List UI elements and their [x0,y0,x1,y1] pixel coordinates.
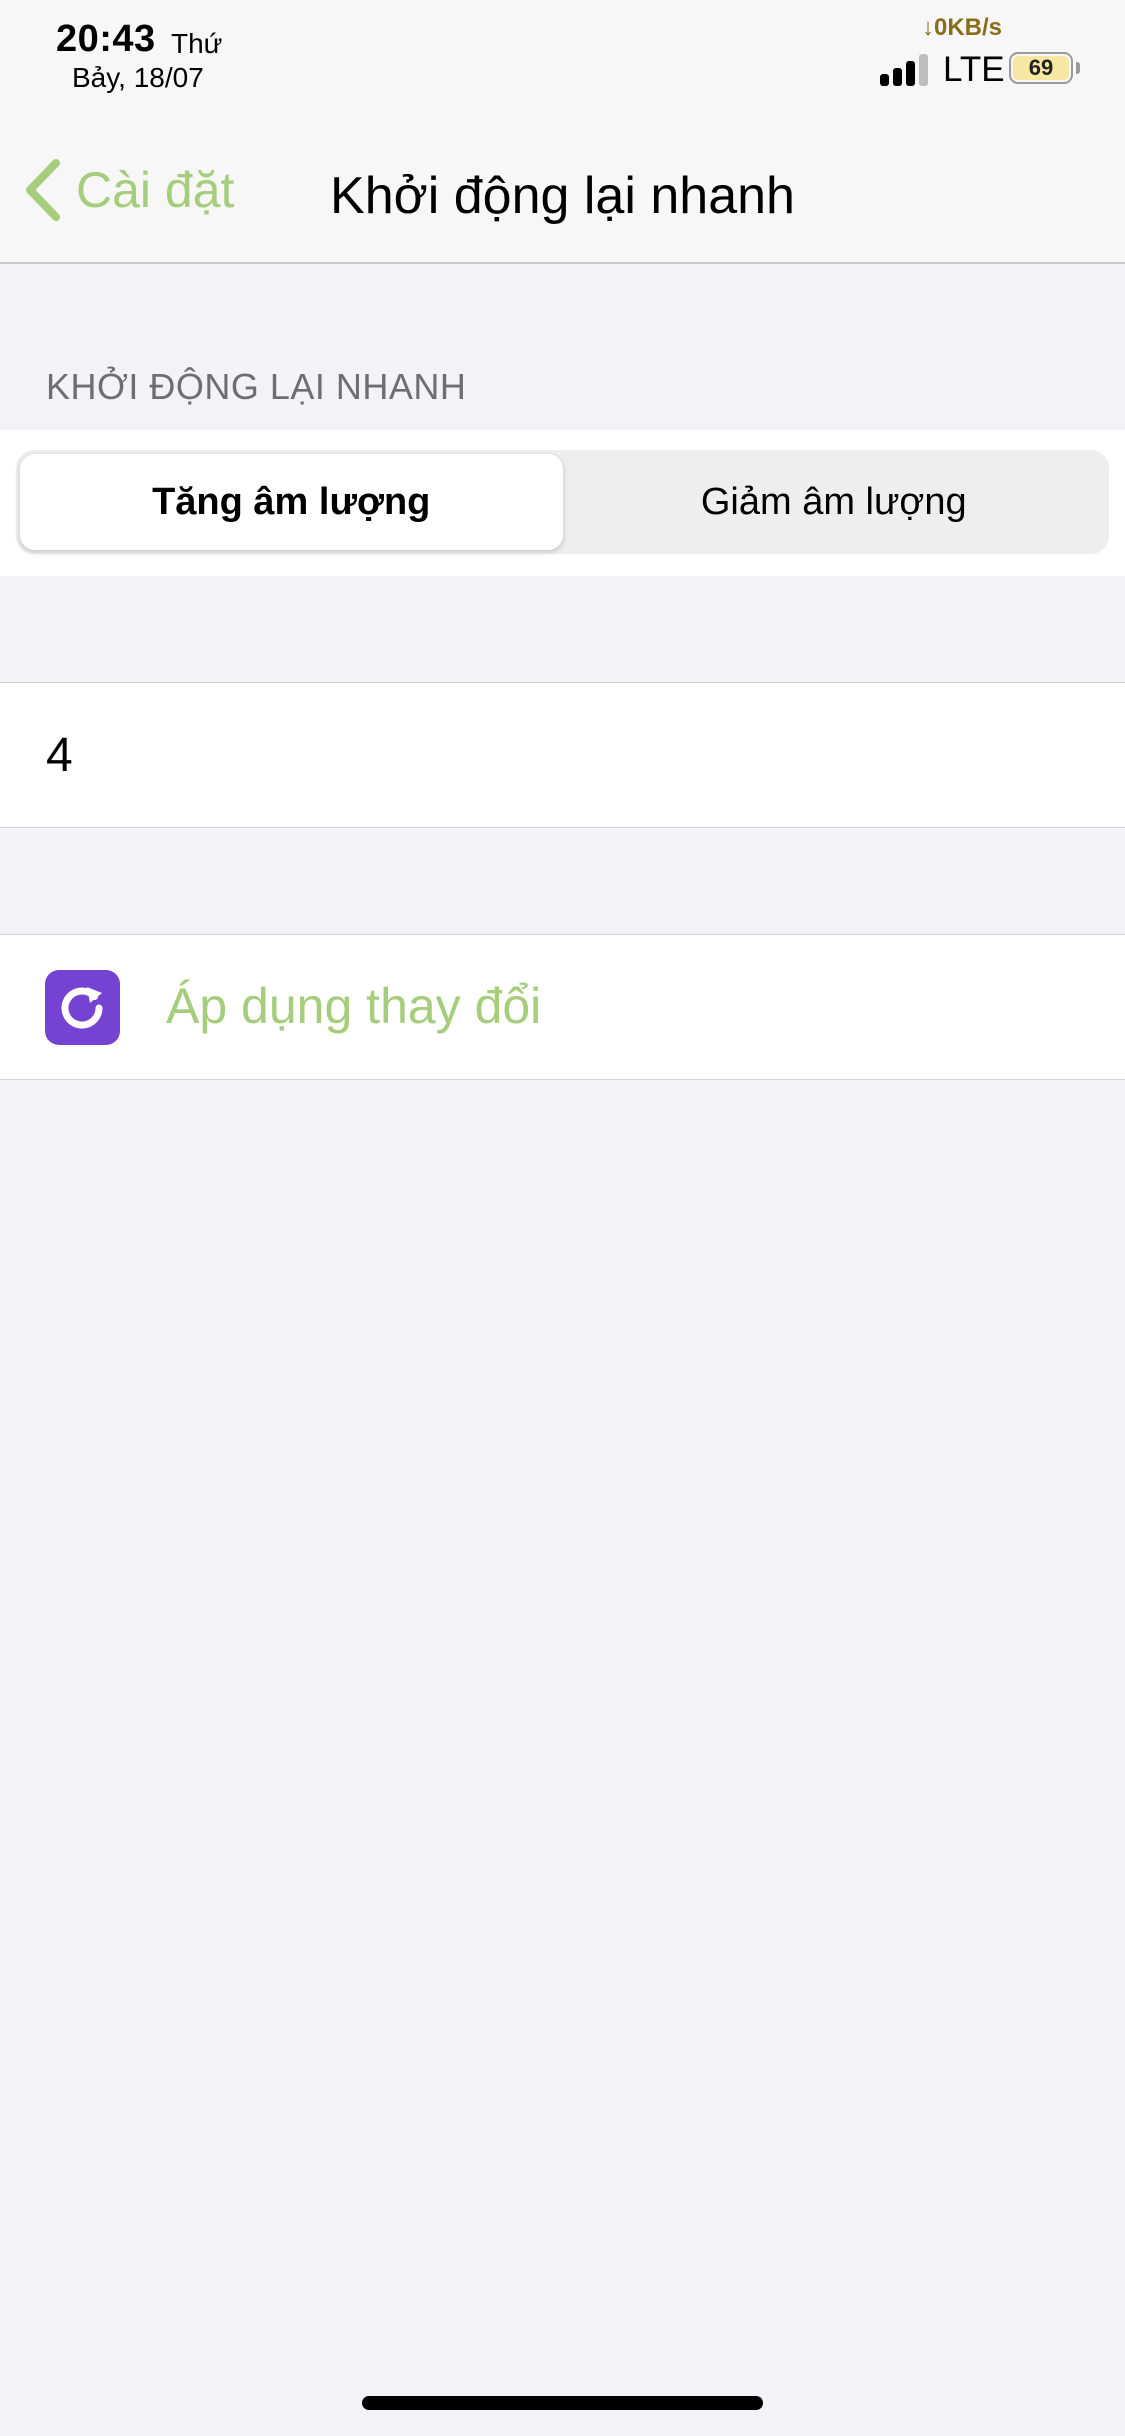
network-type: LTE [943,50,1005,89]
page-title: Khởi động lại nhanh [330,167,795,225]
network-speed: ↓0KB/s [922,14,1003,41]
signal-bar [880,74,889,86]
home-indicator[interactable] [362,2396,763,2410]
apply-changes-label: Áp dụng thay đổi [166,978,542,1034]
segment-volume-up[interactable]: Tăng âm lượng [20,454,563,550]
segmented-control-group: Tăng âm lượng Giảm âm lượng [0,430,1125,576]
navigation-bar: Cài đặt Khởi động lại nhanh [0,110,1125,264]
status-day: Thứ [171,28,223,59]
value-row[interactable]: 4 [0,682,1125,828]
apply-changes-button[interactable]: Áp dụng thay đổi [0,934,1125,1080]
signal-bar [919,54,928,86]
status-bar: 20:43 Thứ Bảy, 18/07 ↓0KB/s LTE 69 [0,0,1125,110]
section-header: KHỞI ĐỘNG LẠI NHANH [46,366,467,407]
segment-volume-down[interactable]: Giảm âm lượng [563,454,1106,550]
battery-tip [1076,62,1080,74]
signal-bar [893,68,902,86]
status-time: 20:43 [56,18,156,60]
refresh-icon [45,970,120,1045]
cellular-signal-icon [880,54,936,86]
refresh-glyph [61,986,102,1029]
battery-icon: 69 [1009,52,1073,84]
battery-level: 69 [1013,56,1069,80]
status-date: Bảy, 18/07 [72,62,204,93]
value-text: 4 [46,729,73,782]
signal-bar [906,61,915,86]
volume-button-segmented-control: Tăng âm lượng Giảm âm lượng [16,450,1109,554]
